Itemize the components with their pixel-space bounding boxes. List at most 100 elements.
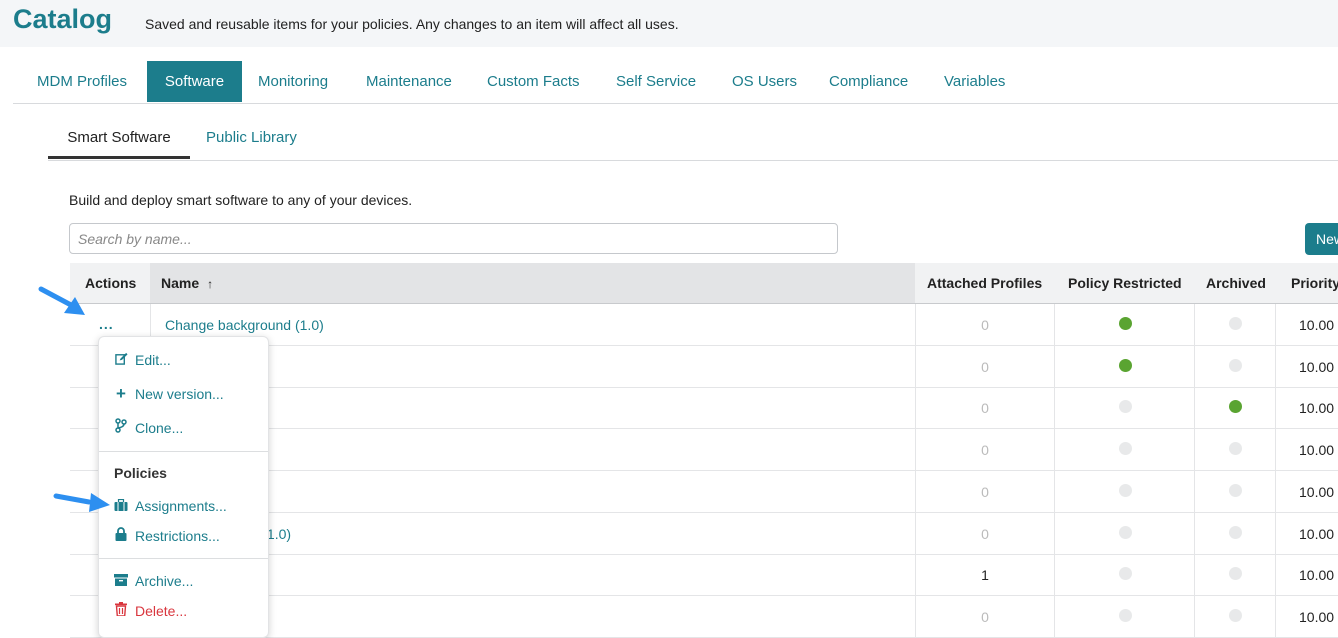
status-dot-icon [1119,317,1132,330]
lock-icon [114,524,128,548]
menu-item-assignments[interactable]: Assignments... [114,494,227,518]
sub-tabs: Smart Software Public Library [48,117,1338,161]
status-dot-icon [1119,358,1132,372]
status-dot-icon [1229,442,1242,456]
attached-profiles-value: 0 [981,483,989,500]
plus-icon: + [116,384,126,403]
priority-value: 10.00 [1299,442,1335,459]
archived-cell [1194,554,1275,596]
column-header-name[interactable]: Name ↑ [150,263,915,303]
policy-restricted-cell [1054,345,1194,387]
archived-cell [1194,429,1275,471]
status-dot-icon [1229,567,1242,581]
priority-value: 10.00 [1299,400,1335,417]
menu-item-archive[interactable]: Archive... [114,569,193,593]
priority-cell: 10.00 [1275,595,1338,637]
software-name-link[interactable]: Change background (1.0) [165,317,324,333]
attached-profiles-value: 0 [981,608,989,625]
menu-section-heading: Policies [114,465,167,481]
status-dot-icon [1119,400,1132,414]
menu-divider [99,451,268,452]
archived-cell [1194,470,1275,512]
tab-variables[interactable]: Variables [944,61,1005,102]
annotation-arrow-icon [38,286,85,315]
attached-profiles-value: 0 [981,442,989,459]
tab-monitoring[interactable]: Monitoring [258,61,328,102]
actions-dropdown-menu: Edit... + New version... Clone... Policie… [98,336,269,638]
tab-custom-facts[interactable]: Custom Facts [487,61,580,102]
menu-item-clone[interactable]: Clone... [114,416,183,440]
policy-restricted-cell [1054,512,1194,554]
annotation-arrow-icon [53,493,110,512]
priority-value: 10.00 [1299,317,1335,333]
status-dot-icon [1229,400,1242,414]
priority-value: 10.00 [1299,525,1335,542]
attached-profiles-value: 0 [981,400,989,417]
policy-restricted-cell [1054,470,1194,512]
briefcase-icon [114,494,128,518]
archived-cell [1194,304,1275,345]
main-tabs: MDM Profiles Software Monitoring Mainten… [13,61,1338,104]
branch-icon [114,416,128,440]
column-header-priority[interactable]: Priority [1291,263,1338,303]
column-header-attached-profiles[interactable]: Attached Profiles [927,263,1042,303]
menu-item-edit[interactable]: Edit... [114,348,171,372]
priority-value: 10.00 [1299,358,1335,375]
attached-profiles-cell: 0 [915,345,1054,387]
priority-cell: 10.00 [1275,387,1338,429]
trash-icon [114,599,128,623]
tab-compliance[interactable]: Compliance [829,61,908,102]
page-header: Catalog Saved and reusable items for you… [0,0,1338,47]
table-header: Actions Name ↑ Attached Profiles Policy R… [70,263,1338,304]
priority-cell: 10.00 [1275,470,1338,512]
attached-profiles-cell: 0 [915,304,1054,345]
tab-public-library[interactable]: Public Library [206,117,297,159]
tab-smart-software[interactable]: Smart Software [48,117,190,159]
priority-value: 10.00 [1299,483,1335,500]
page-subtitle: Saved and reusable items for your polici… [145,16,679,32]
status-dot-icon [1229,317,1242,330]
status-dot-icon [1229,608,1242,622]
attached-profiles-value: 1 [981,567,989,584]
attached-profiles-value: 0 [981,358,989,375]
status-dot-icon [1119,567,1132,581]
status-dot-icon [1119,483,1132,497]
menu-item-new-version[interactable]: + New version... [114,382,224,406]
tab-mdm-profiles[interactable]: MDM Profiles [37,61,127,102]
row-actions-button[interactable]: ... [99,317,114,331]
policy-restricted-cell [1054,595,1194,637]
search-input[interactable] [69,223,838,254]
attached-profiles-value: 0 [981,525,989,542]
status-dot-icon [1119,608,1132,622]
tab-self-service[interactable]: Self Service [616,61,696,102]
menu-item-restrictions[interactable]: Restrictions... [114,524,220,548]
column-header-archived[interactable]: Archived [1206,263,1266,303]
tab-software[interactable]: Software [147,61,242,102]
menu-item-delete[interactable]: Delete... [114,599,187,623]
attached-profiles-cell: 0 [915,387,1054,429]
attached-profiles-value: 0 [981,317,989,333]
section-description: Build and deploy smart software to any o… [69,192,413,208]
priority-cell: 10.00 [1275,304,1338,345]
archive-icon [114,569,128,593]
policy-restricted-cell [1054,387,1194,429]
archived-cell [1194,595,1275,637]
attached-profiles-cell: 0 [915,595,1054,637]
archived-cell [1194,387,1275,429]
archived-cell [1194,345,1275,387]
priority-cell: 10.00 [1275,554,1338,596]
attached-profiles-cell: 0 [915,429,1054,471]
archived-cell [1194,512,1275,554]
column-header-name-label: Name [161,275,200,291]
priority-cell: 10.00 [1275,429,1338,471]
priority-cell: 10.00 [1275,345,1338,387]
tab-maintenance[interactable]: Maintenance [366,61,452,102]
status-dot-icon [1119,525,1132,539]
menu-divider [99,558,268,559]
attached-profiles-cell: 0 [915,512,1054,554]
new-button[interactable]: New [1305,223,1338,255]
status-dot-icon [1119,442,1132,456]
column-header-policy-restricted[interactable]: Policy Restricted [1068,263,1182,303]
tab-os-users[interactable]: OS Users [732,61,797,102]
policy-restricted-cell [1054,554,1194,596]
